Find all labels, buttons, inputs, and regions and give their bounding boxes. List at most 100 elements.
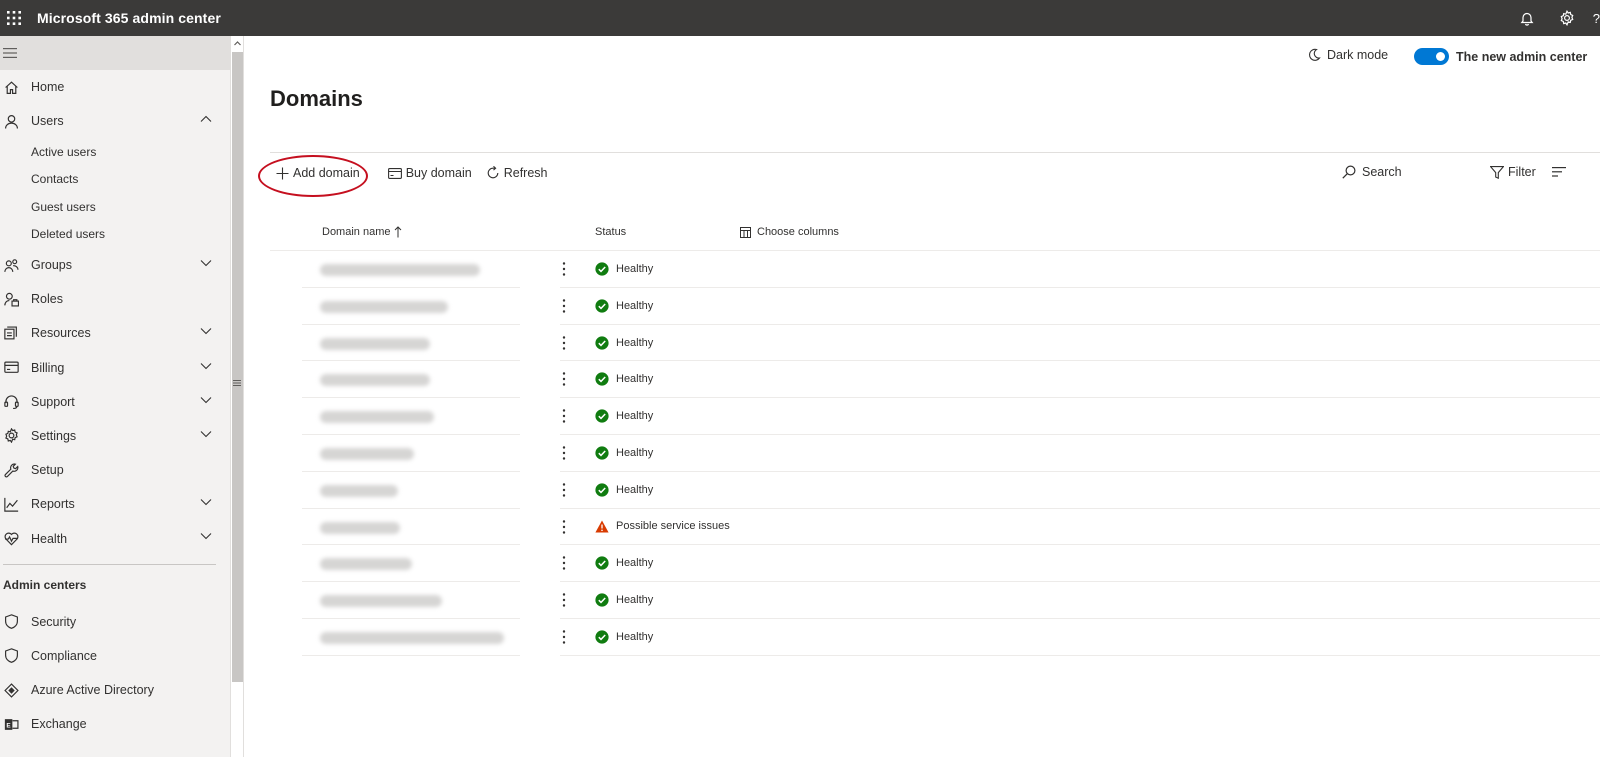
main-content: Dark mode The new admin center Domains A… <box>244 36 1600 757</box>
nav-collapse-button[interactable] <box>0 36 230 70</box>
sidebar-item-label: Users <box>31 114 64 129</box>
chevron-down-icon[interactable] <box>200 362 212 370</box>
sidebar-item-label: Support <box>31 394 75 409</box>
checkmark-circle-icon <box>595 593 609 607</box>
search-label: Search <box>1362 165 1402 179</box>
moon-icon <box>1309 48 1321 61</box>
resize-grip-icon[interactable] <box>233 379 241 387</box>
page-title: Domains <box>270 86 363 111</box>
wrench-icon <box>1 460 21 480</box>
columns-icon <box>740 226 751 238</box>
sidebar-item-home[interactable]: Home <box>0 70 230 104</box>
sidebar-subitem-active-users[interactable]: Active users <box>0 138 230 165</box>
buy-domain-button[interactable]: Buy domain <box>387 166 472 180</box>
chevron-down-icon[interactable] <box>200 259 212 267</box>
admin-center-exchange[interactable]: E Exchange <box>0 707 230 741</box>
table-row[interactable]: Healthy <box>270 251 1600 288</box>
scroll-up-icon[interactable] <box>232 38 243 49</box>
refresh-button[interactable]: Refresh <box>486 166 548 180</box>
sidebar-item-groups[interactable]: Groups <box>0 248 230 282</box>
more-actions-icon[interactable] <box>558 371 570 387</box>
sidebar-item-health[interactable]: Health <box>0 521 230 555</box>
toggle-switch[interactable] <box>1414 48 1449 65</box>
chevron-down-icon[interactable] <box>200 430 212 438</box>
bell-icon[interactable] <box>1507 0 1547 36</box>
filter-label: Filter <box>1508 165 1536 179</box>
status-cell: Healthy <box>595 630 653 644</box>
admin-centers-heading: Admin centers <box>3 577 87 592</box>
sidebar-subitem-contacts[interactable]: Contacts <box>0 166 230 193</box>
chevron-down-icon[interactable] <box>200 396 212 404</box>
sidebar-item-billing[interactable]: Billing <box>0 351 230 385</box>
sidebar-item-settings[interactable]: Settings <box>0 419 230 453</box>
sidebar-item-reports[interactable]: Reports <box>0 487 230 521</box>
table-row[interactable]: Healthy <box>270 288 1600 325</box>
admin-center-compliance[interactable]: Compliance <box>0 639 230 673</box>
sidebar-item-label: Groups <box>31 258 72 273</box>
sidebar-item-label: Billing <box>31 360 65 375</box>
table-row[interactable]: Healthy <box>270 582 1600 619</box>
left-navigation: Home Users Active users Contacts Guest users… <box>0 36 230 757</box>
table-row[interactable]: Possible service issues <box>270 509 1600 546</box>
more-actions-icon[interactable] <box>558 629 570 645</box>
more-actions-icon[interactable] <box>558 408 570 424</box>
filter-button[interactable]: Filter <box>1490 165 1536 179</box>
more-actions-icon[interactable] <box>558 555 570 571</box>
sidebar-subitem-guest-users[interactable]: Guest users <box>0 193 230 220</box>
more-actions-icon[interactable] <box>558 592 570 608</box>
chevron-down-icon[interactable] <box>200 498 212 506</box>
app-launcher-icon[interactable] <box>3 7 25 29</box>
sidebar-item-label: Settings <box>31 428 77 443</box>
more-actions-icon[interactable] <box>558 519 570 535</box>
table-row[interactable]: Healthy <box>270 472 1600 509</box>
dark-mode-toggle[interactable]: Dark mode <box>1307 48 1388 62</box>
sidebar-item-setup[interactable]: Setup <box>0 453 230 487</box>
table-row[interactable]: Healthy <box>270 325 1600 362</box>
status-text: Healthy <box>616 299 654 312</box>
choose-columns-button[interactable]: Choose columns <box>740 226 839 238</box>
redacted-domain-name <box>320 558 412 571</box>
sidebar-subitem-deleted-users[interactable]: Deleted users <box>0 221 230 248</box>
more-actions-icon[interactable] <box>558 482 570 498</box>
more-actions-icon[interactable] <box>558 445 570 461</box>
table-row[interactable]: Healthy <box>270 619 1600 656</box>
column-header-status[interactable]: Status <box>595 226 626 238</box>
admin-center-security[interactable]: Security <box>0 605 230 639</box>
more-actions-icon[interactable] <box>558 335 570 351</box>
sidebar-item-resources[interactable]: Resources <box>0 316 230 350</box>
app-title[interactable]: Microsoft 365 admin center <box>37 10 221 26</box>
scrollbar-thumb[interactable] <box>232 52 243 682</box>
sidebar-item-users[interactable]: Users <box>0 104 230 138</box>
chevron-down-icon[interactable] <box>200 327 212 335</box>
search-box[interactable]: Search <box>1342 165 1402 179</box>
column-header-domain-name[interactable]: Domain name <box>322 226 402 238</box>
view-options-icon[interactable] <box>1552 167 1566 177</box>
sidebar-item-roles[interactable]: Roles <box>0 282 230 316</box>
gear-icon[interactable] <box>1547 0 1587 36</box>
svg-text:E: E <box>6 722 11 729</box>
buy-domain-label: Buy domain <box>405 166 472 180</box>
redacted-domain-name <box>320 631 504 644</box>
column-label: Domain name <box>322 226 391 238</box>
redacted-domain-name <box>320 300 448 313</box>
chevron-down-icon[interactable] <box>200 532 212 540</box>
admin-center-azure-active-directory[interactable]: Azure Active Directory <box>0 673 230 707</box>
sidebar-item-label: Health <box>31 531 68 546</box>
status-cell: Healthy <box>595 372 653 386</box>
checkmark-circle-icon <box>595 262 609 276</box>
nav-scrollbar[interactable] <box>230 36 244 757</box>
new-admin-center-toggle[interactable]: The new admin center <box>1414 48 1587 65</box>
help-button[interactable]: ? <box>1587 11 1600 26</box>
sidebar-item-support[interactable]: Support <box>0 385 230 419</box>
more-actions-icon[interactable] <box>558 261 570 277</box>
more-actions-icon[interactable] <box>558 298 570 314</box>
heart-pulse-icon <box>1 529 21 549</box>
table-row[interactable]: Healthy <box>270 361 1600 399</box>
table-row[interactable]: Healthy <box>270 545 1600 583</box>
checkmark-circle-icon <box>595 409 609 423</box>
sidebar-item-label: Resources <box>31 326 91 341</box>
table-row[interactable]: Healthy <box>270 435 1600 472</box>
add-domain-button[interactable]: Add domain <box>276 166 360 180</box>
chevron-up-icon[interactable] <box>200 115 212 123</box>
table-row[interactable]: Healthy <box>270 398 1600 435</box>
